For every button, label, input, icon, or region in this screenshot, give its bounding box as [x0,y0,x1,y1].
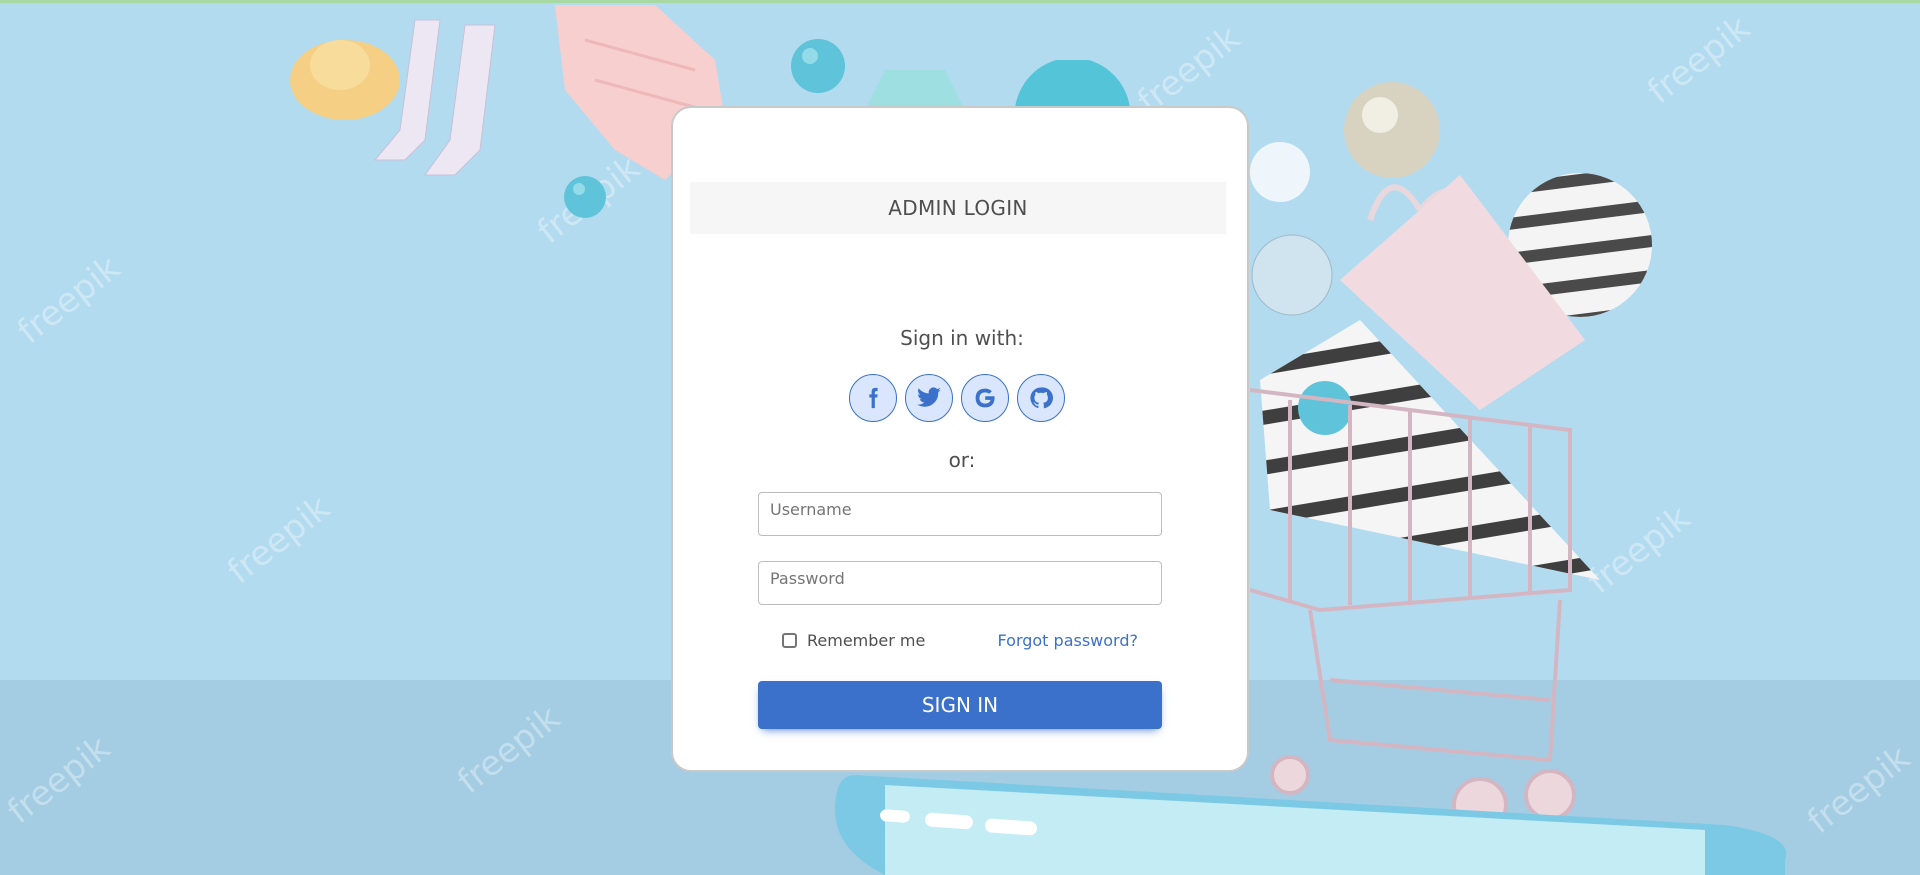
ball-illustration [564,176,606,218]
username-field: Username [758,492,1162,536]
sign-in-button[interactable]: SIGN IN [758,681,1162,729]
social-login-buttons [849,374,1065,422]
watermark-text: freepik [1640,7,1758,113]
username-input[interactable] [759,493,1161,535]
ball-illustration [1250,142,1310,202]
remember-me-label: Remember me [807,631,926,650]
password-field: Password [758,561,1162,605]
login-card: ADMIN LOGIN Sign in with: or: Username P… [671,106,1249,772]
github-icon [1030,387,1053,409]
twitter-icon [917,387,941,407]
watermark-text: freepik [220,487,338,593]
top-border [0,0,1920,3]
github-login-button[interactable] [1017,374,1065,422]
sign-in-with-label: Sign in with: [900,326,1024,350]
ball-illustration [1015,60,1130,108]
glass-ball-illustration [1251,234,1333,316]
facebook-icon [869,387,878,409]
google-icon [975,388,995,408]
ball-illustration [791,39,845,93]
gold-ball-illustration [1344,82,1440,178]
or-divider-label: or: [948,448,976,472]
card-header: ADMIN LOGIN [690,182,1226,234]
forgot-password-link[interactable]: Forgot password? [998,631,1138,650]
remember-me-checkbox[interactable] [782,633,797,648]
google-login-button[interactable] [961,374,1009,422]
phone-illustration [835,775,1787,875]
watermark-text: freepik [10,247,128,353]
remember-me[interactable]: Remember me [782,631,925,650]
password-input[interactable] [759,562,1161,604]
twitter-login-button[interactable] [905,374,953,422]
boots-illustration [373,19,496,176]
facebook-login-button[interactable] [849,374,897,422]
